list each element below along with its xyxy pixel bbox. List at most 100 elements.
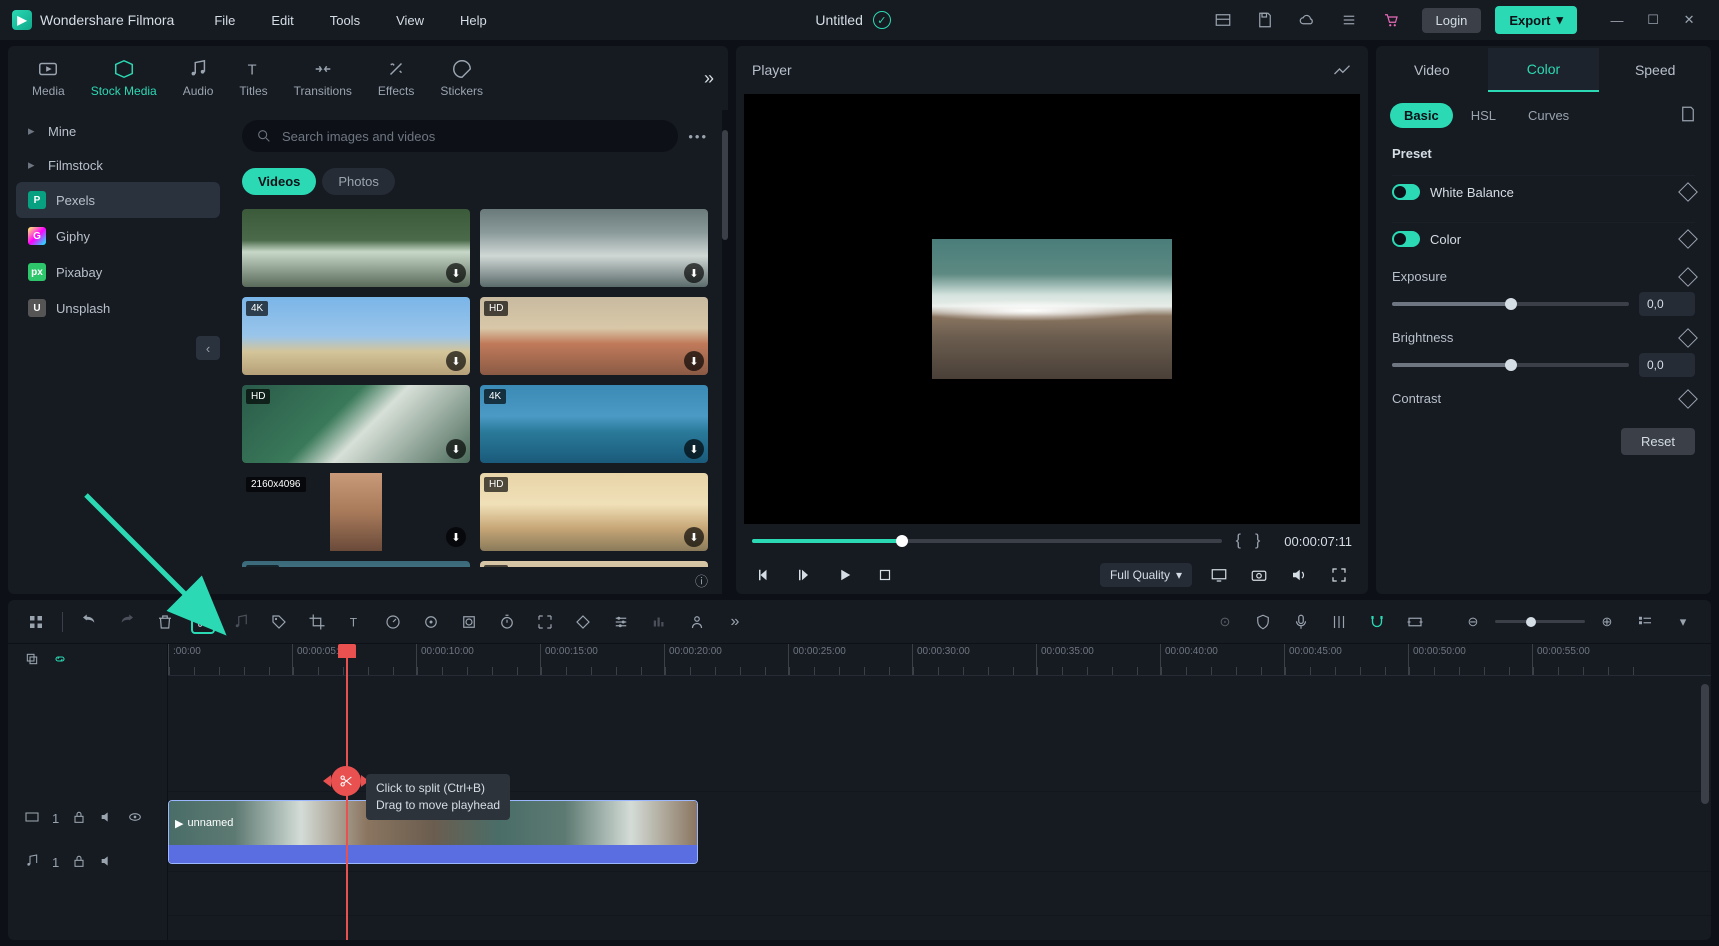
stop-button[interactable] <box>872 562 898 588</box>
thumb-4[interactable]: HD⬇ <box>480 297 708 375</box>
thumb-2[interactable]: ⬇ <box>480 209 708 287</box>
music-note-icon[interactable] <box>229 610 253 634</box>
search-input[interactable]: Search images and videos <box>242 120 678 152</box>
thumb-10[interactable]: HD <box>480 561 708 567</box>
document-title[interactable]: Untitled <box>815 12 862 28</box>
eq-icon[interactable] <box>647 610 671 634</box>
login-button[interactable]: Login <box>1422 8 1482 33</box>
view-mode-icon[interactable] <box>1633 610 1657 634</box>
expand-icon[interactable] <box>533 610 557 634</box>
player-viewport[interactable] <box>744 94 1360 524</box>
duplicate-icon[interactable] <box>24 651 40 670</box>
lock-icon[interactable] <box>71 809 87 828</box>
expand-tabs-button[interactable]: » <box>704 68 714 89</box>
timer-icon[interactable] <box>495 610 519 634</box>
sidebar-item-giphy[interactable]: GGiphy <box>16 218 220 254</box>
keyframe-icon[interactable] <box>1678 182 1698 202</box>
tab-media[interactable]: Media <box>22 52 75 104</box>
menu-edit[interactable]: Edit <box>257 9 307 32</box>
split-cursor[interactable] <box>331 766 361 796</box>
volume-icon[interactable] <box>1286 562 1312 588</box>
fullscreen-icon[interactable] <box>1326 562 1352 588</box>
save-preset-icon[interactable] <box>1679 105 1697 126</box>
minimize-button[interactable]: — <box>1599 6 1635 34</box>
download-icon[interactable]: ⬇ <box>446 527 466 547</box>
cart-icon[interactable] <box>1374 6 1408 34</box>
color-toggle[interactable] <box>1392 231 1420 247</box>
thumb-1[interactable]: ⬇ <box>242 209 470 287</box>
marker-dot-icon[interactable]: ⊙ <box>1213 610 1237 634</box>
progress-bar[interactable] <box>752 539 1222 543</box>
subtab-hsl[interactable]: HSL <box>1457 103 1510 128</box>
download-icon[interactable]: ⬇ <box>446 351 466 371</box>
white-balance-toggle[interactable] <box>1392 184 1420 200</box>
info-icon[interactable]: ⓘ <box>695 571 708 590</box>
delete-icon[interactable] <box>153 610 177 634</box>
thumb-6[interactable]: 4K⬇ <box>480 385 708 463</box>
thumb-8[interactable]: HD⬇ <box>480 473 708 551</box>
thumb-9[interactable]: 720P <box>242 561 470 567</box>
export-button[interactable]: Export▾ <box>1495 6 1577 34</box>
quality-select[interactable]: Full Quality▾ <box>1100 563 1192 587</box>
thumb-3[interactable]: 4K⬇ <box>242 297 470 375</box>
brightness-slider[interactable] <box>1392 363 1629 367</box>
color-wheel-icon[interactable] <box>419 610 443 634</box>
reset-button[interactable]: Reset <box>1621 428 1695 455</box>
save-icon[interactable] <box>1248 6 1282 34</box>
sidebar-item-unsplash[interactable]: UUnsplash <box>16 290 220 326</box>
mark-in-button[interactable]: { <box>1236 532 1241 550</box>
tab-stickers[interactable]: Stickers <box>430 52 493 104</box>
tab-titles[interactable]: T Titles <box>229 52 277 104</box>
maximize-button[interactable]: ☐ <box>1635 6 1671 34</box>
filter-videos[interactable]: Videos <box>242 168 316 195</box>
tab-effects[interactable]: Effects <box>368 52 424 104</box>
keyframe-icon[interactable] <box>1678 389 1698 409</box>
play-button[interactable] <box>832 562 858 588</box>
sidebar-item-pixabay[interactable]: pxPixabay <box>16 254 220 290</box>
crop-icon[interactable] <box>305 610 329 634</box>
keyframe-icon[interactable] <box>1678 267 1698 287</box>
menu-tools[interactable]: Tools <box>316 9 374 32</box>
mask-icon[interactable] <box>457 610 481 634</box>
thumb-5[interactable]: HD⬇ <box>242 385 470 463</box>
exposure-slider[interactable] <box>1392 302 1629 306</box>
mute-icon[interactable] <box>99 853 115 872</box>
keyframe-icon[interactable] <box>1678 229 1698 249</box>
keyframe-tool-icon[interactable] <box>571 610 595 634</box>
display-icon[interactable] <box>1206 562 1232 588</box>
step-back-button[interactable] <box>792 562 818 588</box>
tag-icon[interactable] <box>267 610 291 634</box>
mark-out-button[interactable]: } <box>1255 532 1260 550</box>
filter-photos[interactable]: Photos <box>322 168 394 195</box>
asset-scrollbar[interactable] <box>722 110 728 594</box>
eye-icon[interactable] <box>127 809 143 828</box>
tab-audio[interactable]: Audio <box>173 52 224 104</box>
view-mode-dropdown[interactable]: ▾ <box>1671 610 1695 634</box>
search-more-button[interactable]: ••• <box>688 129 708 144</box>
timeline-scrollbar[interactable] <box>1701 684 1709 930</box>
download-icon[interactable]: ⬇ <box>684 527 704 547</box>
more-tools-icon[interactable]: » <box>723 610 747 634</box>
undo-icon[interactable] <box>77 610 101 634</box>
zoom-slider[interactable] <box>1495 620 1585 623</box>
apps-icon[interactable] <box>24 610 48 634</box>
tab-video[interactable]: Video <box>1376 49 1488 91</box>
camera-icon[interactable] <box>1246 562 1272 588</box>
tab-speed[interactable]: Speed <box>1599 49 1711 91</box>
subtab-basic[interactable]: Basic <box>1390 103 1453 128</box>
tab-transitions[interactable]: Transitions <box>284 52 362 104</box>
download-icon[interactable]: ⬇ <box>446 263 466 283</box>
download-icon[interactable]: ⬇ <box>684 351 704 371</box>
download-icon[interactable]: ⬇ <box>684 439 704 459</box>
ai-enhance-icon[interactable] <box>685 610 709 634</box>
cloud-icon[interactable] <box>1290 6 1324 34</box>
exposure-value-input[interactable] <box>1639 292 1695 316</box>
split-scissors-button[interactable] <box>191 610 215 634</box>
zoom-out-icon[interactable]: ⊖ <box>1461 610 1485 634</box>
snapshot-icon[interactable] <box>1332 59 1352 82</box>
close-button[interactable]: ✕ <box>1671 6 1707 34</box>
magnet-icon[interactable] <box>1365 610 1389 634</box>
redo-icon[interactable] <box>115 610 139 634</box>
sidebar-item-mine[interactable]: ▸Mine <box>16 114 220 148</box>
lock-icon[interactable] <box>71 853 87 872</box>
